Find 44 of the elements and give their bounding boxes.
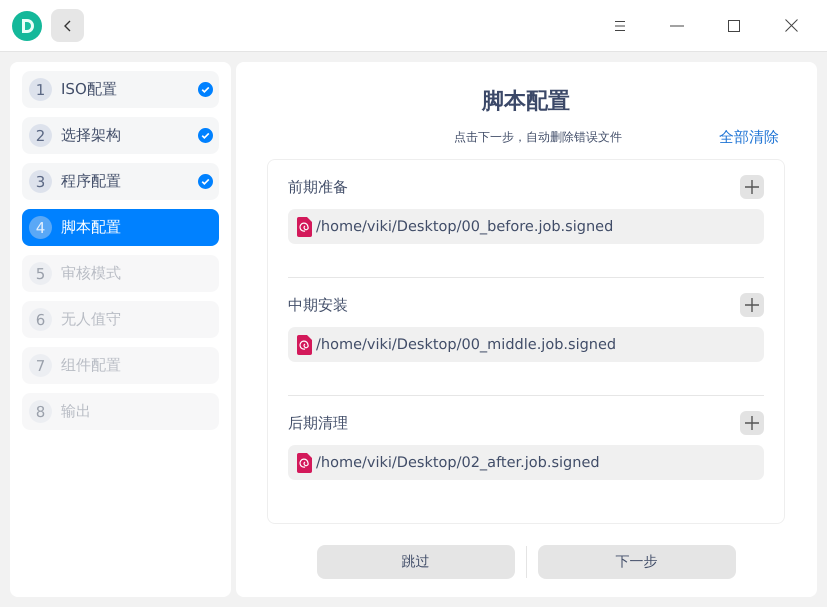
minimize-icon xyxy=(670,24,684,26)
maximize-icon xyxy=(728,20,740,32)
plus-icon xyxy=(745,298,759,312)
skip-button[interactable]: 跳过 xyxy=(316,545,514,579)
menu-icon xyxy=(614,20,626,32)
add-button[interactable] xyxy=(740,293,764,317)
clear-all-link[interactable]: 全部清除 xyxy=(719,128,779,147)
check-icon xyxy=(198,174,213,189)
check-icon xyxy=(198,128,213,143)
file-path: /home/viki/Desktop/00_middle.job.signed xyxy=(316,336,616,352)
step-number: 6 xyxy=(29,308,52,331)
file-row[interactable]: /home/viki/Desktop/00_before.job.signed xyxy=(288,209,764,244)
app-logo xyxy=(12,10,42,40)
step-item[interactable]: 3 程序配置 xyxy=(22,163,219,200)
step-number: 3 xyxy=(29,170,52,193)
step-item[interactable]: 4 脚本配置 xyxy=(22,209,219,246)
plus-icon xyxy=(745,416,759,430)
page-title: 脚本配置 xyxy=(482,88,570,116)
add-button[interactable] xyxy=(740,175,764,199)
file-icon xyxy=(297,334,312,354)
step-number: 8 xyxy=(29,400,52,423)
file-row[interactable]: /home/viki/Desktop/00_middle.job.signed xyxy=(288,327,764,362)
next-button[interactable]: 下一步 xyxy=(538,545,736,579)
file-path: /home/viki/Desktop/02_after.job.signed xyxy=(316,454,600,470)
back-button[interactable] xyxy=(51,9,84,42)
step-number: 4 xyxy=(29,216,52,239)
step-number: 1 xyxy=(29,78,52,101)
plus-icon xyxy=(745,180,759,194)
add-button[interactable] xyxy=(740,411,764,435)
step-number: 7 xyxy=(29,354,52,377)
step-item[interactable]: 2 选择架构 xyxy=(22,117,219,154)
check-icon xyxy=(198,82,213,97)
section-title: 前期准备 xyxy=(288,178,348,196)
section-title: 中期安装 xyxy=(288,296,348,314)
close-icon xyxy=(784,19,798,32)
step-number: 5 xyxy=(29,262,52,285)
hint-text: 点击下一步，自动删除错误文件 xyxy=(453,129,623,146)
step-number: 2 xyxy=(29,124,52,147)
step-item[interactable]: 1 ISO配置 xyxy=(22,71,219,108)
file-icon xyxy=(297,216,312,236)
section-title: 后期清理 xyxy=(288,414,348,432)
file-row[interactable]: /home/viki/Desktop/02_after.job.signed xyxy=(288,445,764,480)
file-icon xyxy=(297,452,312,472)
file-path: /home/viki/Desktop/00_before.job.signed xyxy=(316,218,614,234)
